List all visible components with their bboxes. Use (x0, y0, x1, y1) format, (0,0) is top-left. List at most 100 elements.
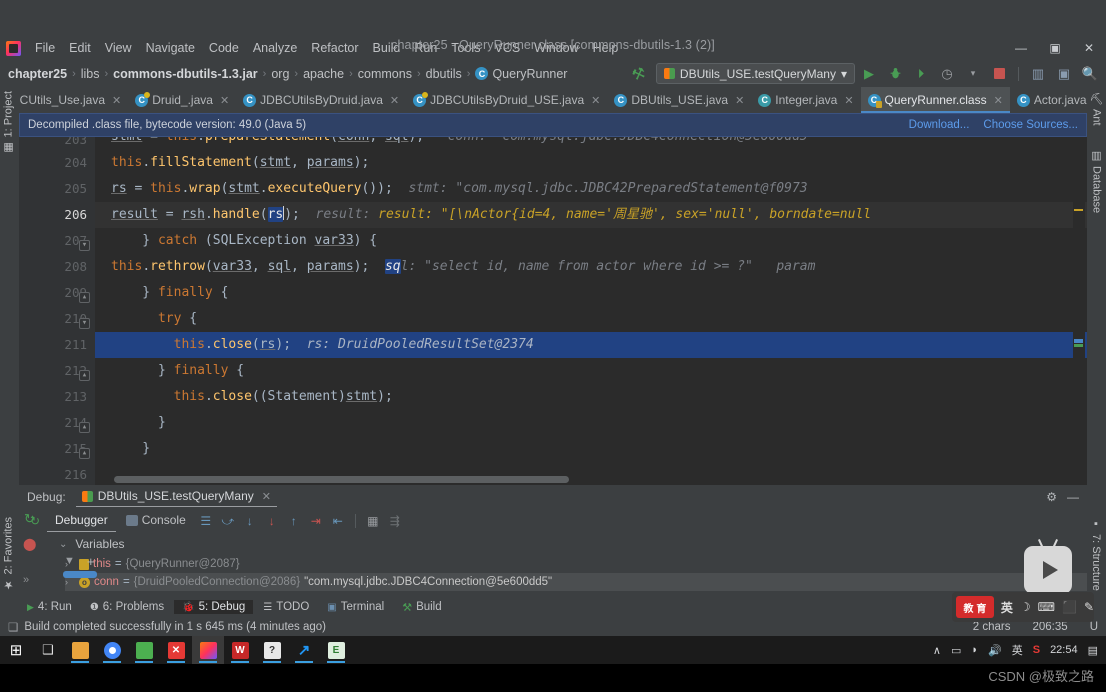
debug-button[interactable] (883, 63, 907, 85)
code-line-207[interactable]: } catch (SQLException var33) { (95, 228, 1087, 254)
rerun-debug-icon[interactable]: ↻ (24, 511, 35, 527)
breadcrumb-queryrunner[interactable]: C QueryRunner (475, 67, 567, 81)
code-line-213[interactable]: this.close((Statement)stmt); (95, 384, 1087, 410)
tab-close-icon[interactable]: ✕ (220, 94, 229, 107)
expand-arrow-icon[interactable]: › (65, 577, 75, 587)
notifications-icon[interactable]: ▤ (1088, 644, 1098, 657)
breadcrumb-org[interactable]: org (271, 67, 289, 81)
fold-icon[interactable]: ▴ (79, 370, 90, 381)
code-line-208[interactable]: this.rethrow(var33, sql, params); sql: "… (95, 254, 1087, 280)
network-icon[interactable]: ▭ (951, 644, 961, 657)
tab-jdbcutils-use[interactable]: C JDBCUtils_Use.java ✕ (19, 87, 128, 113)
search-icon[interactable]: 🔍 (1078, 63, 1102, 85)
tool-window-run[interactable]: ▶ 4: Run (19, 600, 80, 614)
tool-window-build[interactable]: ⚒ Build (394, 600, 449, 615)
step-into-button[interactable]: ↓ (240, 511, 260, 531)
breadcrumb-commons[interactable]: commons (358, 67, 412, 81)
stripe-warning-mark[interactable] (1074, 209, 1083, 211)
tool-window-todo[interactable]: ☰ TODO (255, 600, 317, 614)
tool-window-debug[interactable]: 🐞 5: Debug (174, 600, 254, 614)
step-over-button[interactable]: ⤻ (218, 511, 238, 531)
horizontal-scrollbar[interactable] (114, 476, 569, 483)
wifi-icon[interactable]: ◗ (971, 644, 978, 656)
code-line-203[interactable]: stmt = this.prepareStatement(conn, sql);… (95, 137, 1087, 150)
tab-jdbcutilsbydruid-use[interactable]: C JDBCUtilsByDruid_USE.java ✕ (406, 87, 607, 113)
vertical-scrollbar[interactable] (63, 571, 97, 578)
tray-expand-icon[interactable]: ∧ (933, 644, 941, 657)
tab-close-icon[interactable]: ✕ (735, 94, 744, 107)
tab-dbutils-use[interactable]: C DBUtils_USE.java ✕ (607, 87, 751, 113)
tool-window-terminal[interactable]: ▣ Terminal (319, 600, 392, 614)
menu-edit[interactable]: Edit (62, 39, 98, 57)
evaluate-button[interactable]: ▦ (363, 511, 383, 531)
code-lines[interactable]: stmt = this.prepareStatement(conn, sql);… (95, 137, 1087, 485)
download-sources-link[interactable]: Download... (909, 119, 970, 131)
profile-button[interactable]: ◷ (935, 63, 959, 85)
hammer-icon[interactable]: ⚒ (622, 60, 656, 87)
breadcrumb-jar[interactable]: commons-dbutils-1.3.jar (113, 67, 257, 81)
open-project-structure-button[interactable]: ▥ (1026, 63, 1050, 85)
expand-all-icon[interactable]: » (23, 574, 29, 586)
tab-close-icon[interactable]: ✕ (390, 94, 399, 107)
taskbar-intellij-idea[interactable] (192, 636, 224, 664)
menu-file[interactable]: File (28, 39, 62, 57)
minimize-button[interactable]: — (1004, 36, 1038, 60)
menu-refactor[interactable]: Refactor (304, 39, 365, 57)
code-line-205[interactable]: rs = this.wrap(stmt.executeQuery()); stm… (95, 176, 1087, 202)
tab-integer[interactable]: C Integer.java ✕ (751, 87, 860, 113)
breadcrumb-libs[interactable]: libs (81, 67, 100, 81)
caret-position[interactable]: 206:35 (1033, 621, 1068, 633)
code-line-215[interactable]: } (95, 436, 1087, 462)
step-out-button[interactable]: ↑ (284, 511, 304, 531)
code-line-214[interactable]: } (95, 410, 1087, 436)
ime-floating-bar[interactable]: 教 育 英 ☽ ⌨ ⬛ ✎ (952, 592, 1094, 622)
tab-close-icon[interactable]: ✕ (112, 94, 121, 107)
moon-icon[interactable]: ☽ (1020, 600, 1031, 614)
taskbar-xmind[interactable]: ✕ (160, 636, 192, 664)
run-button[interactable]: ▶ (857, 63, 881, 85)
taskbar-wps[interactable]: W (224, 636, 256, 664)
tab-console[interactable]: Console (118, 511, 194, 531)
tool-window-problems[interactable]: ❶ 6: Problems (82, 600, 172, 614)
filter-icon[interactable]: ▼ (64, 555, 75, 567)
choose-sources-link[interactable]: Choose Sources... (983, 119, 1078, 131)
run-with-coverage-button[interactable]: ⏵ (909, 63, 933, 85)
run-to-cursor-button[interactable]: ⇤ (328, 511, 348, 531)
sidebar-item-favorites[interactable]: ★ 2: Favorites (2, 517, 16, 591)
taskbar-file-explorer[interactable] (64, 636, 96, 664)
fold-icon[interactable]: ▴ (79, 422, 90, 433)
tab-queryrunner-class[interactable]: C QueryRunner.class ✕ (860, 87, 1011, 113)
menu-analyze[interactable]: Analyze (246, 39, 304, 57)
variable-row-this[interactable]: › this = {QueryRunner@2087} (65, 555, 1087, 573)
tab-druid[interactable]: C Druid_.java ✕ (128, 87, 236, 113)
editor-gutter[interactable]: 203 204 205 206 207 208 209 210 211 212 … (19, 137, 95, 485)
sidebar-item-ant[interactable]: ⛏ Ant (1090, 91, 1103, 125)
sidebar-item-structure[interactable]: ▪ 7: Structure (1090, 518, 1102, 591)
debug-settings-button[interactable]: ⇶ (385, 511, 405, 531)
breakpoint-icon[interactable]: ⬤ (23, 537, 36, 551)
stop-button[interactable] (987, 63, 1011, 85)
breadcrumb-chapter25[interactable]: chapter25 (8, 67, 67, 81)
menu-code[interactable]: Code (202, 39, 246, 57)
fold-markers[interactable]: ▾ ▴ ▾ ▴ ▴ ▴ (77, 137, 95, 485)
sidebar-item-project[interactable]: ▦ 1: Project (2, 91, 16, 154)
fold-icon[interactable]: ▴ (79, 292, 90, 303)
run-configuration-selector[interactable]: DBUtils_USE.testQueryMany ▾ (655, 63, 855, 84)
minimize-icon[interactable]: — (1067, 490, 1079, 504)
tab-actor[interactable]: C Actor.java (1010, 87, 1087, 113)
code-line-206[interactable]: result = rsh.handle(rs); result: result:… (95, 202, 1087, 228)
frames-button[interactable]: ☰ (196, 511, 216, 531)
fold-icon[interactable]: ▾ (79, 240, 90, 251)
taskbar-chrome[interactable] (96, 636, 128, 664)
profile-dropdown-icon[interactable]: ▾ (961, 63, 985, 85)
sidebar-item-database[interactable]: ▥ Database (1090, 149, 1103, 213)
close-icon[interactable]: ✕ (262, 490, 271, 503)
code-line-212[interactable]: } finally { (95, 358, 1087, 384)
menu-navigate[interactable]: Navigate (139, 39, 202, 57)
error-stripe[interactable] (1073, 137, 1085, 485)
code-line-211[interactable]: this.close(rs); rs: DruidPooledResultSet… (95, 332, 1087, 358)
stripe-ok-mark[interactable] (1074, 344, 1083, 347)
tab-close-icon[interactable]: ✕ (591, 94, 600, 107)
gear-icon[interactable]: ⚙ (1046, 490, 1057, 504)
drop-frame-button[interactable]: ⇥ (306, 511, 326, 531)
